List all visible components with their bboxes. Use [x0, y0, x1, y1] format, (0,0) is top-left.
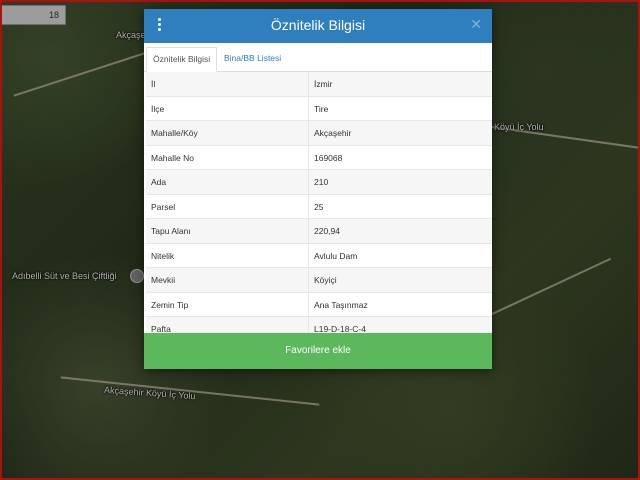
row-key: Tapu Alanı: [151, 226, 191, 236]
table-row: Mahalle No 169068: [146, 145, 492, 170]
row-key: İlçe: [151, 103, 165, 114]
add-to-favorites-button[interactable]: Favorilere ekle: [144, 333, 492, 369]
row-value: Ana Taşınmaz: [314, 299, 368, 310]
dialog-tabs: Öznitelik Bilgisi Bina/BB Listesi: [144, 43, 492, 72]
table-row: İl İzmir: [146, 72, 492, 97]
table-row: İlçe Tire: [146, 96, 492, 121]
row-value: 210: [314, 177, 329, 187]
row-value: Avlulu Dam: [314, 250, 358, 261]
row-key: Mevkii: [151, 275, 176, 285]
row-value: 25: [314, 201, 324, 212]
row-key: Ada: [151, 177, 167, 187]
row-key: Zemin Tip: [151, 299, 189, 310]
row-value: Köyiçi: [314, 275, 337, 285]
table-row: Zemin Tip Ana Taşınmaz: [146, 292, 492, 317]
close-icon[interactable]: ✕: [470, 16, 482, 33]
row-key: Mahalle No: [151, 152, 194, 163]
row-key: İl: [151, 79, 156, 89]
row-value: 220,94: [314, 226, 340, 236]
table-row: Tapu Alanı 220,94: [146, 219, 492, 244]
row-value: Tire: [314, 103, 329, 114]
table-row: Ada 210: [146, 170, 492, 195]
table-row: Nitelik Avlulu Dam: [146, 243, 492, 268]
dialog-title: Öznitelik Bilgisi: [270, 17, 366, 33]
attribute-table: İl İzmir İlçe Tire Mahalle/Köy Akçaşehir Ma…: [146, 72, 492, 342]
table-row: Mahalle/Köy Akçaşehir: [146, 121, 492, 146]
row-key: Mahalle/Köy: [151, 128, 198, 138]
tab-building-list[interactable]: Bina/BB Listesi: [218, 47, 287, 70]
row-key: Parsel: [151, 201, 176, 212]
row-value: Akçaşehir: [314, 128, 352, 138]
attribute-info-dialog: Öznitelik Bilgisi ✕ Öznitelik Bilgisi Bi…: [144, 9, 492, 369]
dialog-header: Öznitelik Bilgisi ✕: [144, 9, 492, 43]
row-key: Nitelik: [151, 250, 175, 261]
tab-attribute-info[interactable]: Öznitelik Bilgisi: [146, 47, 218, 72]
table-row: Mevkii Köyiçi: [146, 268, 492, 293]
row-value: 169068: [314, 152, 343, 163]
table-row: Parsel 25: [146, 194, 492, 219]
row-value: İzmir: [314, 79, 333, 89]
